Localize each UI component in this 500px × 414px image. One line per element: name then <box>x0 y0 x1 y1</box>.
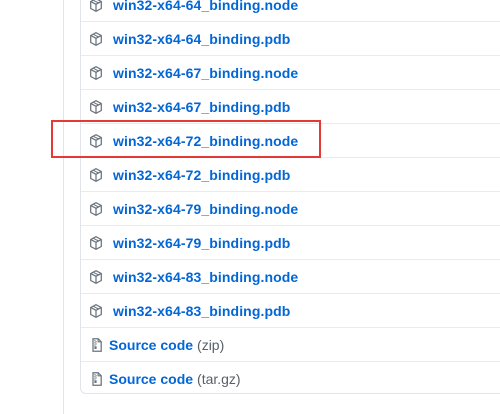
package-icon <box>88 167 104 183</box>
asset-download-link[interactable]: win32-x64-72_binding.pdb <box>113 167 290 183</box>
asset-row: win32-x64-67_binding.pdb <box>81 90 500 124</box>
package-icon <box>88 269 104 285</box>
package-icon <box>88 31 104 47</box>
source-code-targz-link[interactable]: Source code (tar.gz) <box>109 371 241 387</box>
asset-row: win32-x64-83_binding.node <box>81 260 500 294</box>
asset-download-link[interactable]: win32-x64-72_binding.node <box>113 133 298 149</box>
package-icon <box>88 65 104 81</box>
asset-download-link[interactable]: win32-x64-83_binding.node <box>113 269 298 285</box>
source-code-zip-link[interactable]: Source code (zip) <box>109 337 224 353</box>
asset-row: win32-x64-67_binding.node <box>81 56 500 90</box>
asset-download-link[interactable]: win32-x64-67_binding.pdb <box>113 99 290 115</box>
package-icon <box>88 303 104 319</box>
source-code-row: Source code (tar.gz) <box>81 362 500 396</box>
timeline-rule <box>63 0 64 414</box>
asset-row: win32-x64-79_binding.pdb <box>81 226 500 260</box>
asset-download-link[interactable]: win32-x64-64_binding.pdb <box>113 31 290 47</box>
asset-download-link[interactable]: win32-x64-67_binding.node <box>113 65 298 81</box>
asset-row: win32-x64-64_binding.node <box>81 0 500 22</box>
file-zip-icon <box>89 337 105 353</box>
package-icon <box>88 201 104 217</box>
asset-download-link[interactable]: win32-x64-83_binding.pdb <box>113 303 290 319</box>
source-code-label: Source code <box>109 371 194 387</box>
source-code-format: (zip) <box>197 336 225 353</box>
asset-download-link[interactable]: win32-x64-79_binding.pdb <box>113 235 290 251</box>
source-code-row: Source code (zip) <box>81 328 500 362</box>
asset-row: win32-x64-64_binding.pdb <box>81 22 500 56</box>
package-icon <box>88 235 104 251</box>
package-icon <box>88 99 104 115</box>
asset-download-link[interactable]: win32-x64-64_binding.node <box>113 0 298 13</box>
source-code-format: (tar.gz) <box>197 371 241 387</box>
release-assets-page: win32-x64-64_binding.node win32-x64-64_b… <box>0 0 500 414</box>
package-icon <box>88 133 104 149</box>
asset-row: win32-x64-83_binding.pdb <box>81 294 500 328</box>
asset-row: win32-x64-79_binding.node <box>81 192 500 226</box>
asset-row: win32-x64-72_binding.pdb <box>81 158 500 192</box>
asset-row: win32-x64-72_binding.node <box>81 124 500 158</box>
file-zip-icon <box>89 371 105 387</box>
asset-list: win32-x64-64_binding.node win32-x64-64_b… <box>81 0 500 396</box>
source-code-label: Source code <box>109 336 194 353</box>
asset-download-link[interactable]: win32-x64-79_binding.node <box>113 201 298 217</box>
package-icon <box>88 0 104 13</box>
